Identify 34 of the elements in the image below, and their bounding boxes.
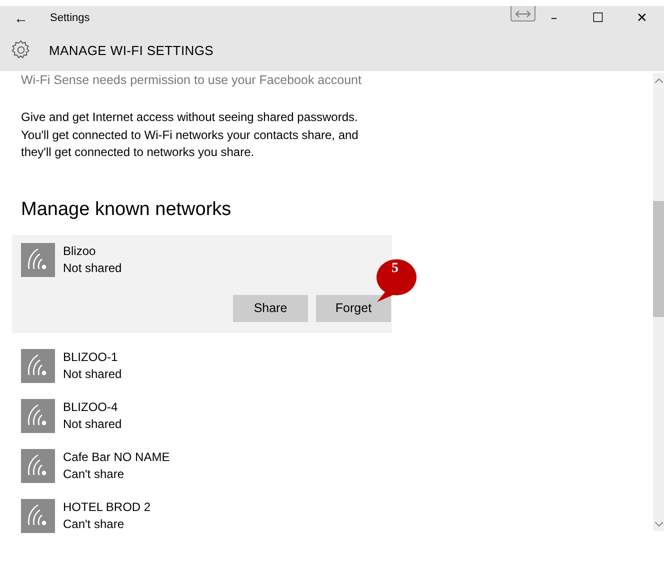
network-status: Can't share [63, 466, 125, 482]
window-title: Settings [50, 12, 90, 24]
network-item[interactable]: BLIZOO-4 Not shared [12, 390, 392, 440]
network-status: Not shared [63, 260, 122, 276]
window-control-button[interactable]: – [532, 10, 576, 26]
page-title: MANAGE WI-FI SETTINGS [49, 42, 214, 58]
wifi-icon [21, 448, 55, 482]
network-name: BLIZOO-1 [63, 348, 119, 366]
network-status: Not shared [63, 416, 122, 432]
network-item[interactable]: Blizoo Not shared Share Forget [12, 234, 392, 332]
network-item[interactable]: BLIZOO-1 Not shared [12, 340, 392, 390]
network-name: HOTEL BROD 2 [63, 498, 151, 516]
scrollbar-thumb[interactable] [653, 201, 664, 317]
network-status: Not shared [63, 366, 122, 382]
network-item[interactable]: HOTEL BROD 2 Can't share [12, 490, 392, 540]
wifi-icon [21, 348, 55, 382]
wifi-icon [21, 242, 55, 276]
back-button[interactable]: ← [8, 10, 34, 26]
network-action-button[interactable]: Share [233, 294, 308, 322]
description-text: Give and get Internet access without seeing shared passwords. You'll get connected to Wi-Fi networks your contacts share, and they'll get connected to networks you share. [21, 109, 360, 161]
network-name: Cafe Bar NO NAME [63, 448, 170, 466]
permission-note: Wi-Fi Sense needs permission to use your Facebook account [21, 73, 362, 87]
section-heading: Manage known networks [21, 198, 232, 220]
network-action-button[interactable]: Forget [316, 294, 391, 322]
network-item[interactable]: Cafe Bar NO NAME Can't share [12, 440, 392, 490]
network-name: BLIZOO-4 [63, 398, 119, 416]
window-control-button[interactable]: ☐ [576, 10, 620, 26]
network-status: Can't share [63, 516, 125, 532]
wifi-icon [21, 398, 55, 432]
network-name: Blizoo [63, 242, 97, 260]
window-control-button[interactable]: ✕ [620, 10, 664, 26]
wifi-icon [21, 498, 55, 532]
scrollbar[interactable] [653, 73, 664, 531]
settings-icon [10, 39, 32, 61]
